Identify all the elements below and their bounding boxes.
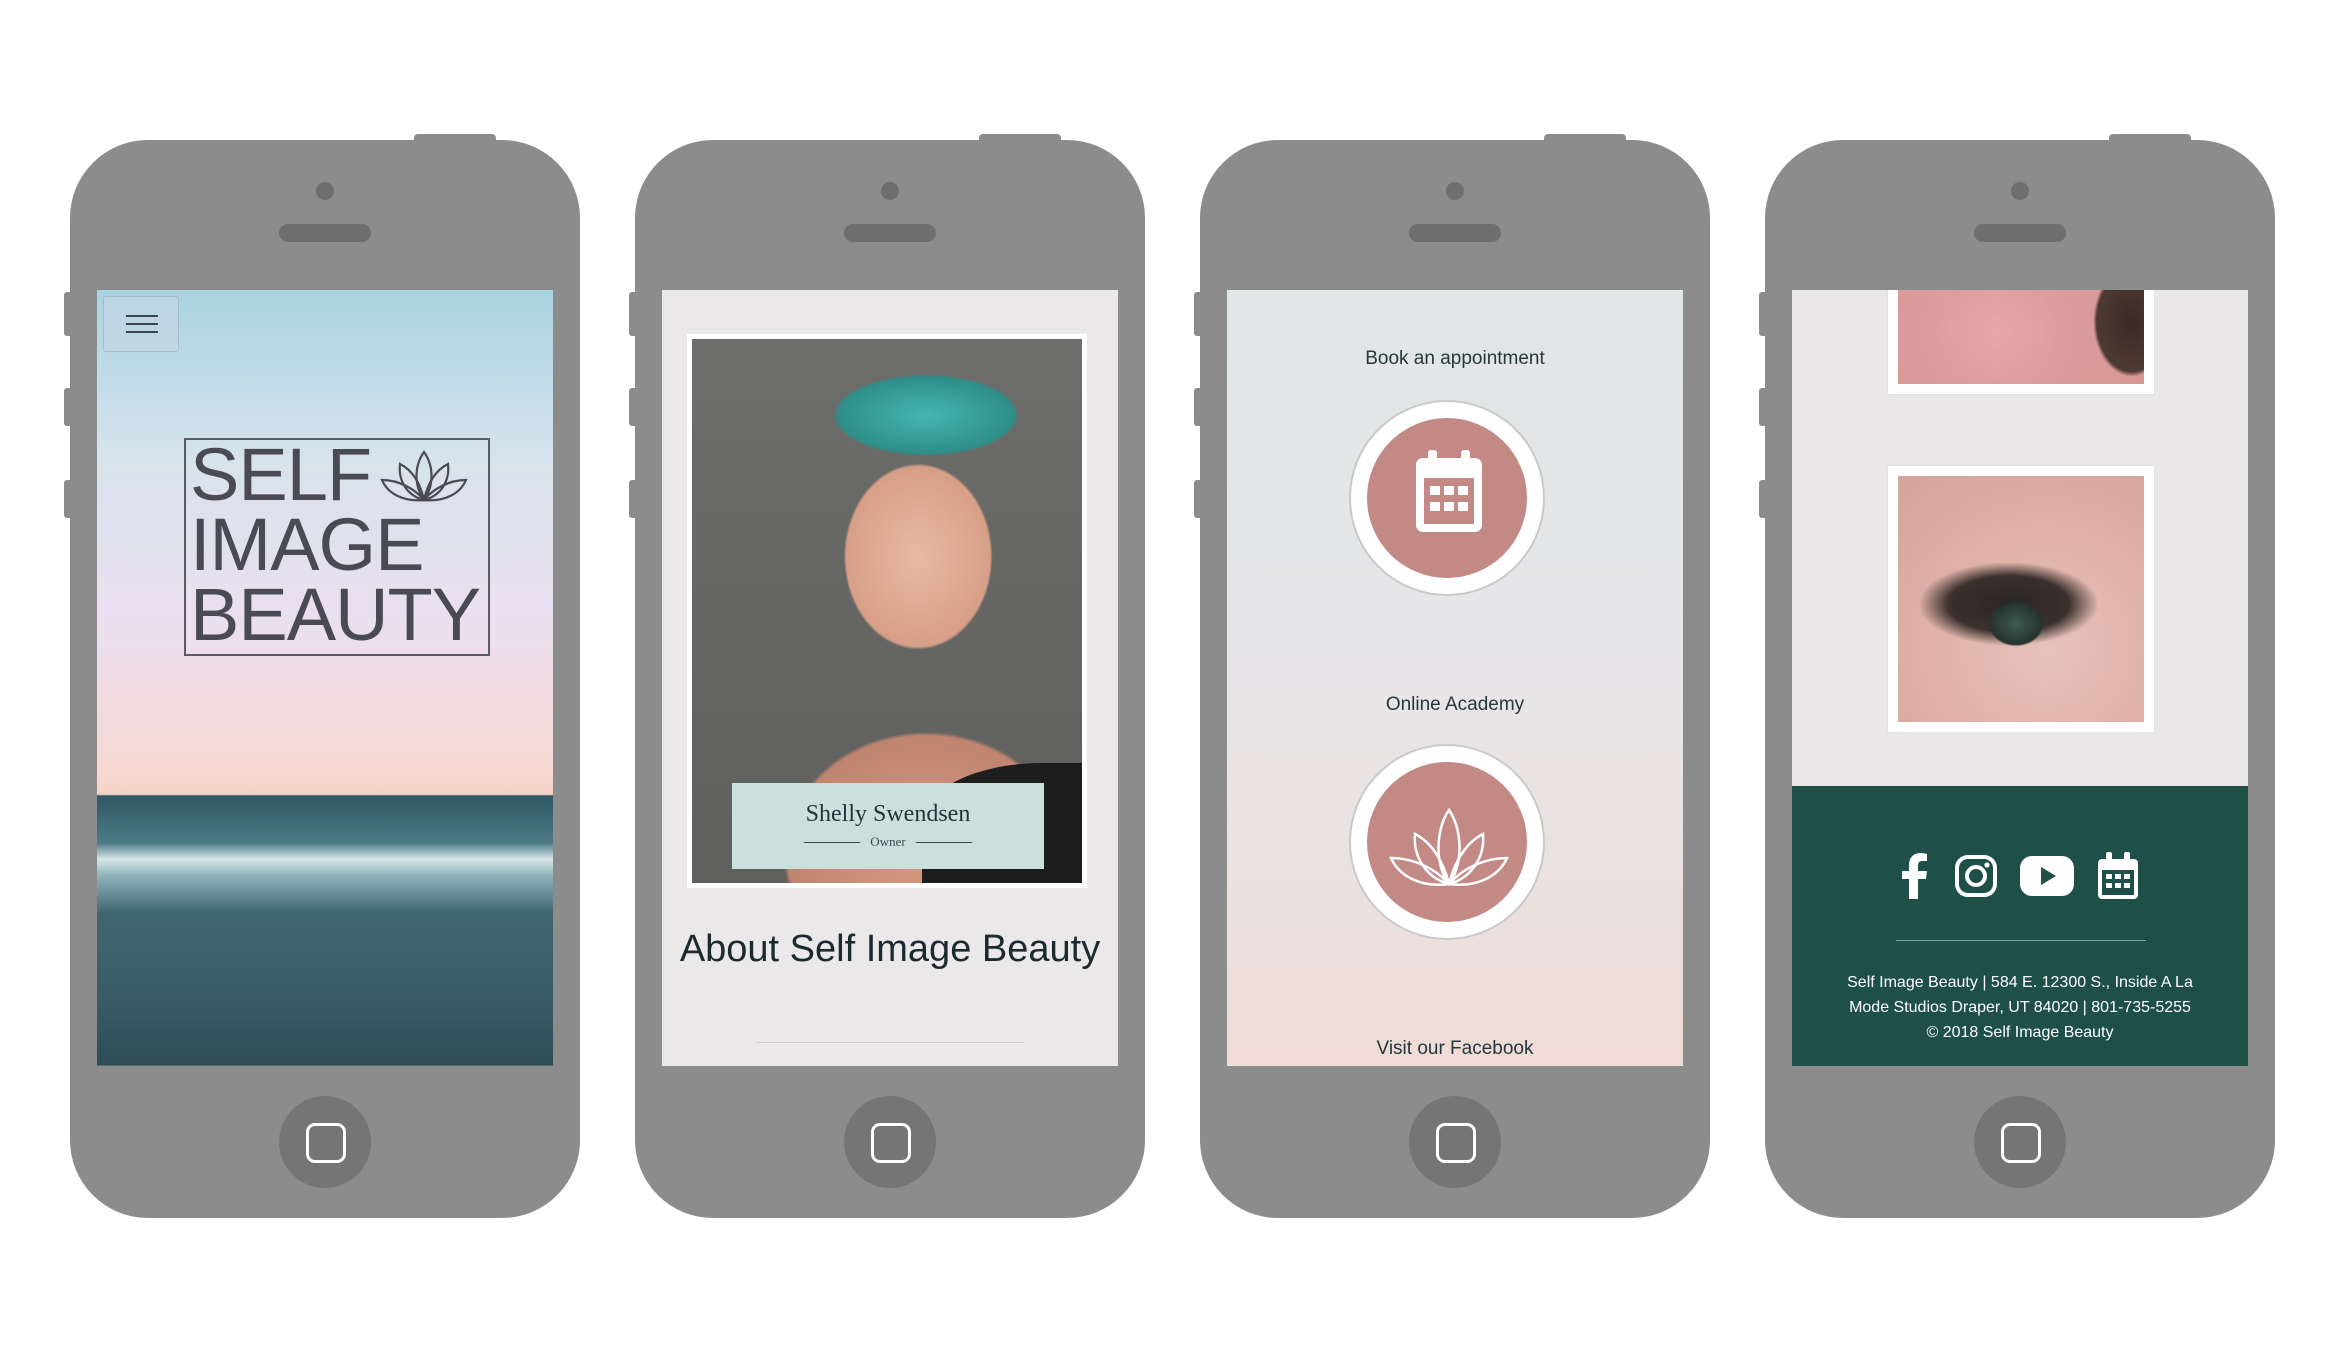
- home-button: [844, 1096, 936, 1188]
- volume-down-button: [1759, 480, 1769, 518]
- gallery-photo-lashes[interactable]: [1888, 466, 2154, 732]
- volume-down-button: [629, 480, 639, 518]
- mute-switch: [629, 292, 639, 336]
- volume-up-button: [1194, 388, 1204, 426]
- gallery-footer-screen: Self Image Beauty | 584 E. 12300 S., Ins…: [1792, 290, 2248, 1066]
- logo-line-beauty: BEAUTY: [190, 573, 481, 656]
- volume-up-button: [629, 388, 639, 426]
- earpiece-speaker: [1974, 224, 2066, 242]
- book-appointment-button[interactable]: [1349, 400, 1545, 596]
- owner-role: Owner: [803, 834, 973, 850]
- calendar-icon: [1416, 450, 1482, 532]
- logo-line-self: SELF: [190, 433, 372, 516]
- menu-hamburger-icon[interactable]: [103, 296, 179, 352]
- home-button: [1974, 1096, 2066, 1188]
- front-camera: [2011, 182, 2029, 200]
- power-button: [979, 134, 1061, 144]
- online-academy-link[interactable]: Online Academy: [1227, 694, 1683, 716]
- owner-name-card: Shelly Swendsen Owner: [732, 783, 1044, 869]
- section-divider: [756, 1042, 1024, 1043]
- about-screen: Shelly Swendsen Owner About Self Image B…: [662, 290, 1118, 1066]
- front-camera: [881, 182, 899, 200]
- gallery-photo-skin[interactable]: [1888, 290, 2154, 394]
- home-button: [279, 1096, 371, 1188]
- footer-contact-text: Self Image Beauty | 584 E. 12300 S., Ins…: [1847, 974, 2193, 1041]
- lotus-icon: [1389, 807, 1509, 887]
- home-button: [1409, 1096, 1501, 1188]
- earpiece-speaker: [279, 224, 371, 242]
- lotus-logo-icon: [380, 450, 468, 502]
- youtube-icon[interactable]: [2020, 856, 2075, 896]
- footer-divider: [1896, 940, 2146, 941]
- owner-name: Shelly Swendsen: [805, 801, 971, 827]
- facebook-link[interactable]: Visit our Facebook: [1227, 1038, 1683, 1060]
- calendar-icon[interactable]: [2097, 852, 2139, 900]
- front-camera: [316, 182, 334, 200]
- services-screen: Book an appointment Online Academy Visit…: [1227, 290, 1683, 1066]
- volume-down-button: [64, 480, 74, 518]
- brand-logo: SELF IMAGE BEAUTY: [184, 438, 490, 656]
- power-button: [1544, 134, 1626, 144]
- phone-mockup-home: SELF IMAGE BEAUTY: [64, 134, 580, 1218]
- front-camera: [1446, 182, 1464, 200]
- earpiece-speaker: [844, 224, 936, 242]
- mute-switch: [1194, 292, 1204, 336]
- power-button: [414, 134, 496, 144]
- earpiece-speaker: [1409, 224, 1501, 242]
- site-footer: Self Image Beauty | 584 E. 12300 S., Ins…: [1792, 786, 2248, 1066]
- hero-screen: SELF IMAGE BEAUTY: [97, 290, 553, 1066]
- mute-switch: [1759, 292, 1769, 336]
- about-heading: About Self Image Beauty: [679, 928, 1101, 970]
- volume-up-button: [1759, 388, 1769, 426]
- owner-portrait-image: Shelly Swendsen Owner: [692, 339, 1082, 883]
- book-appointment-link[interactable]: Book an appointment: [1227, 348, 1683, 370]
- power-button: [2109, 134, 2191, 144]
- instagram-icon[interactable]: [1954, 854, 1998, 898]
- online-academy-button[interactable]: [1349, 744, 1545, 940]
- mute-switch: [64, 292, 74, 336]
- phone-mockup-about: Shelly Swendsen Owner About Self Image B…: [629, 134, 1145, 1218]
- mockup-stage: SELF IMAGE BEAUTY Shelly Swendsen Owner …: [0, 0, 2346, 1365]
- logo-line-image: IMAGE: [190, 503, 424, 586]
- phone-mockup-services: Book an appointment Online Academy Visit…: [1194, 134, 1710, 1218]
- social-links: [1792, 852, 2248, 900]
- volume-down-button: [1194, 480, 1204, 518]
- owner-photo-frame: Shelly Swendsen Owner: [687, 334, 1087, 888]
- facebook-icon[interactable]: [1901, 853, 1931, 899]
- volume-up-button: [64, 388, 74, 426]
- phone-mockup-footer: Self Image Beauty | 584 E. 12300 S., Ins…: [1759, 134, 2275, 1218]
